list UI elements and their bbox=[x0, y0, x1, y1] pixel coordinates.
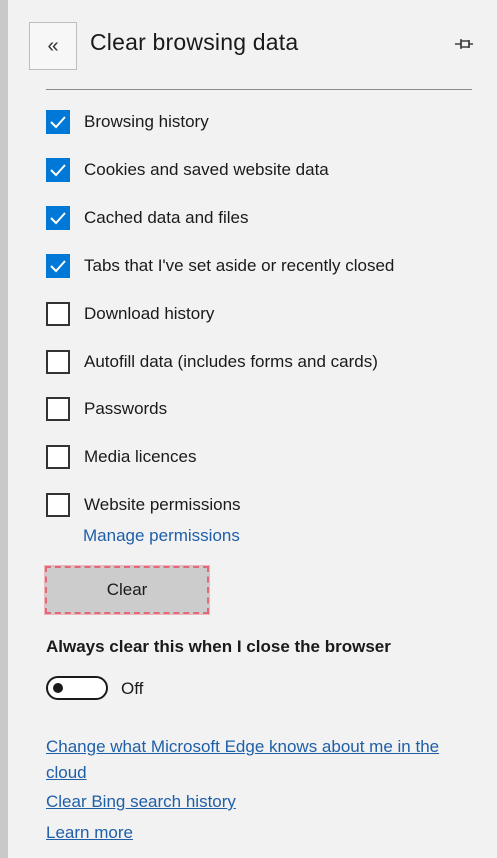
checkbox-label: Browsing history bbox=[84, 112, 209, 131]
checkbox-label: Cached data and files bbox=[84, 208, 249, 227]
checkbox-unchecked[interactable] bbox=[46, 445, 70, 469]
checkbox-unchecked[interactable] bbox=[46, 397, 70, 421]
clear-bing-history-link[interactable]: Clear Bing search history bbox=[46, 789, 236, 815]
checkbox-row-cached-data[interactable]: Cached data and files bbox=[46, 205, 248, 231]
checkbox-row-browsing-history[interactable]: Browsing history bbox=[46, 109, 209, 135]
checkbox-row-website-permissions[interactable]: Website permissions bbox=[46, 492, 241, 518]
toggle-knob bbox=[53, 683, 63, 693]
checkbox-unchecked[interactable] bbox=[46, 302, 70, 326]
edge-cloud-data-link[interactable]: Change what Microsoft Edge knows about m… bbox=[46, 734, 466, 786]
toggle-state-label: Off bbox=[121, 679, 144, 698]
learn-more-link[interactable]: Learn more bbox=[46, 820, 133, 846]
checkmark-icon bbox=[50, 164, 66, 177]
back-button[interactable]: « bbox=[29, 22, 77, 70]
checkbox-checked[interactable] bbox=[46, 254, 70, 278]
checkbox-label: Media licences bbox=[84, 447, 197, 466]
checkmark-icon bbox=[50, 260, 66, 273]
checkbox-label: Website permissions bbox=[84, 495, 241, 514]
clear-button[interactable]: Clear bbox=[45, 566, 209, 614]
pin-icon bbox=[455, 39, 473, 49]
checkbox-row-autofill-data[interactable]: Autofill data (includes forms and cards) bbox=[46, 349, 378, 375]
checkbox-unchecked[interactable] bbox=[46, 493, 70, 517]
checkbox-label: Autofill data (includes forms and cards) bbox=[84, 352, 378, 371]
checkbox-label: Cookies and saved website data bbox=[84, 160, 329, 179]
checkbox-checked[interactable] bbox=[46, 110, 70, 134]
checkbox-row-media-licences[interactable]: Media licences bbox=[46, 444, 196, 470]
double-chevron-left-icon: « bbox=[47, 34, 59, 57]
checkbox-row-cookies[interactable]: Cookies and saved website data bbox=[46, 157, 329, 183]
checkbox-label: Tabs that I've set aside or recently clo… bbox=[84, 256, 395, 275]
checkbox-unchecked[interactable] bbox=[46, 350, 70, 374]
always-clear-label: Always clear this when I close the brows… bbox=[46, 637, 391, 656]
checkmark-icon bbox=[50, 116, 66, 129]
header-divider bbox=[46, 89, 472, 90]
clear-browsing-data-panel: « Clear browsing data Browsing history Co… bbox=[8, 0, 497, 858]
pin-button[interactable] bbox=[452, 32, 476, 56]
checkbox-label: Passwords bbox=[84, 399, 168, 418]
manage-permissions-link[interactable]: Manage permissions bbox=[83, 526, 240, 546]
panel-left-edge bbox=[0, 0, 8, 858]
checkbox-row-download-history[interactable]: Download history bbox=[46, 301, 214, 327]
checkbox-row-tabs-set-aside[interactable]: Tabs that I've set aside or recently clo… bbox=[46, 253, 394, 279]
checkmark-icon bbox=[50, 212, 66, 225]
checkbox-checked[interactable] bbox=[46, 206, 70, 230]
page-title: Clear browsing data bbox=[90, 29, 299, 55]
checkbox-checked[interactable] bbox=[46, 158, 70, 182]
checkbox-label: Download history bbox=[84, 304, 215, 323]
always-clear-toggle[interactable] bbox=[46, 676, 108, 700]
checkbox-row-passwords[interactable]: Passwords bbox=[46, 396, 167, 422]
